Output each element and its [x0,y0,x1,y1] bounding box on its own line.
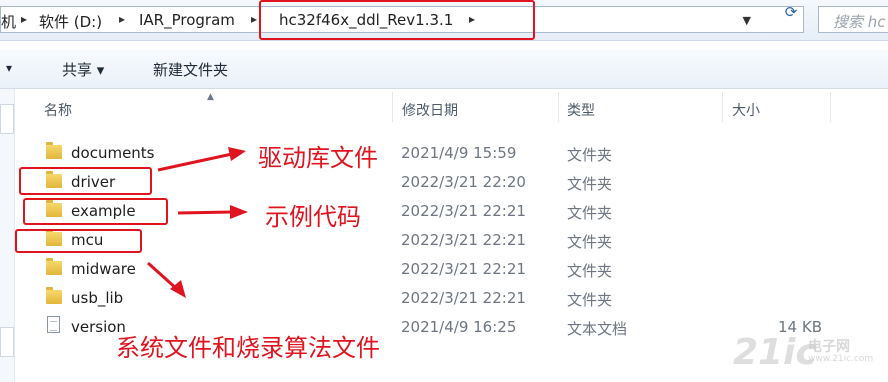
arrow-head-driver [228,147,246,161]
annotation-arrows [146,147,248,298]
arrow-driver [157,152,233,172]
arrow-example [177,210,233,215]
watermark-logo: 21ic [733,332,817,373]
arrow-head-example [230,205,248,219]
annotation-example-label: 示例代码 [265,203,361,231]
watermark-sub: 电子网 [808,339,850,355]
arrow-head-mcu [170,280,186,298]
annotation-mcu-label: 系统文件和烧录算法文件 [116,334,380,362]
annotation-driver-label: 驱动库文件 [258,144,378,172]
arrow-mcu [146,261,180,292]
watermark-url: www.21ic.com [808,354,874,364]
